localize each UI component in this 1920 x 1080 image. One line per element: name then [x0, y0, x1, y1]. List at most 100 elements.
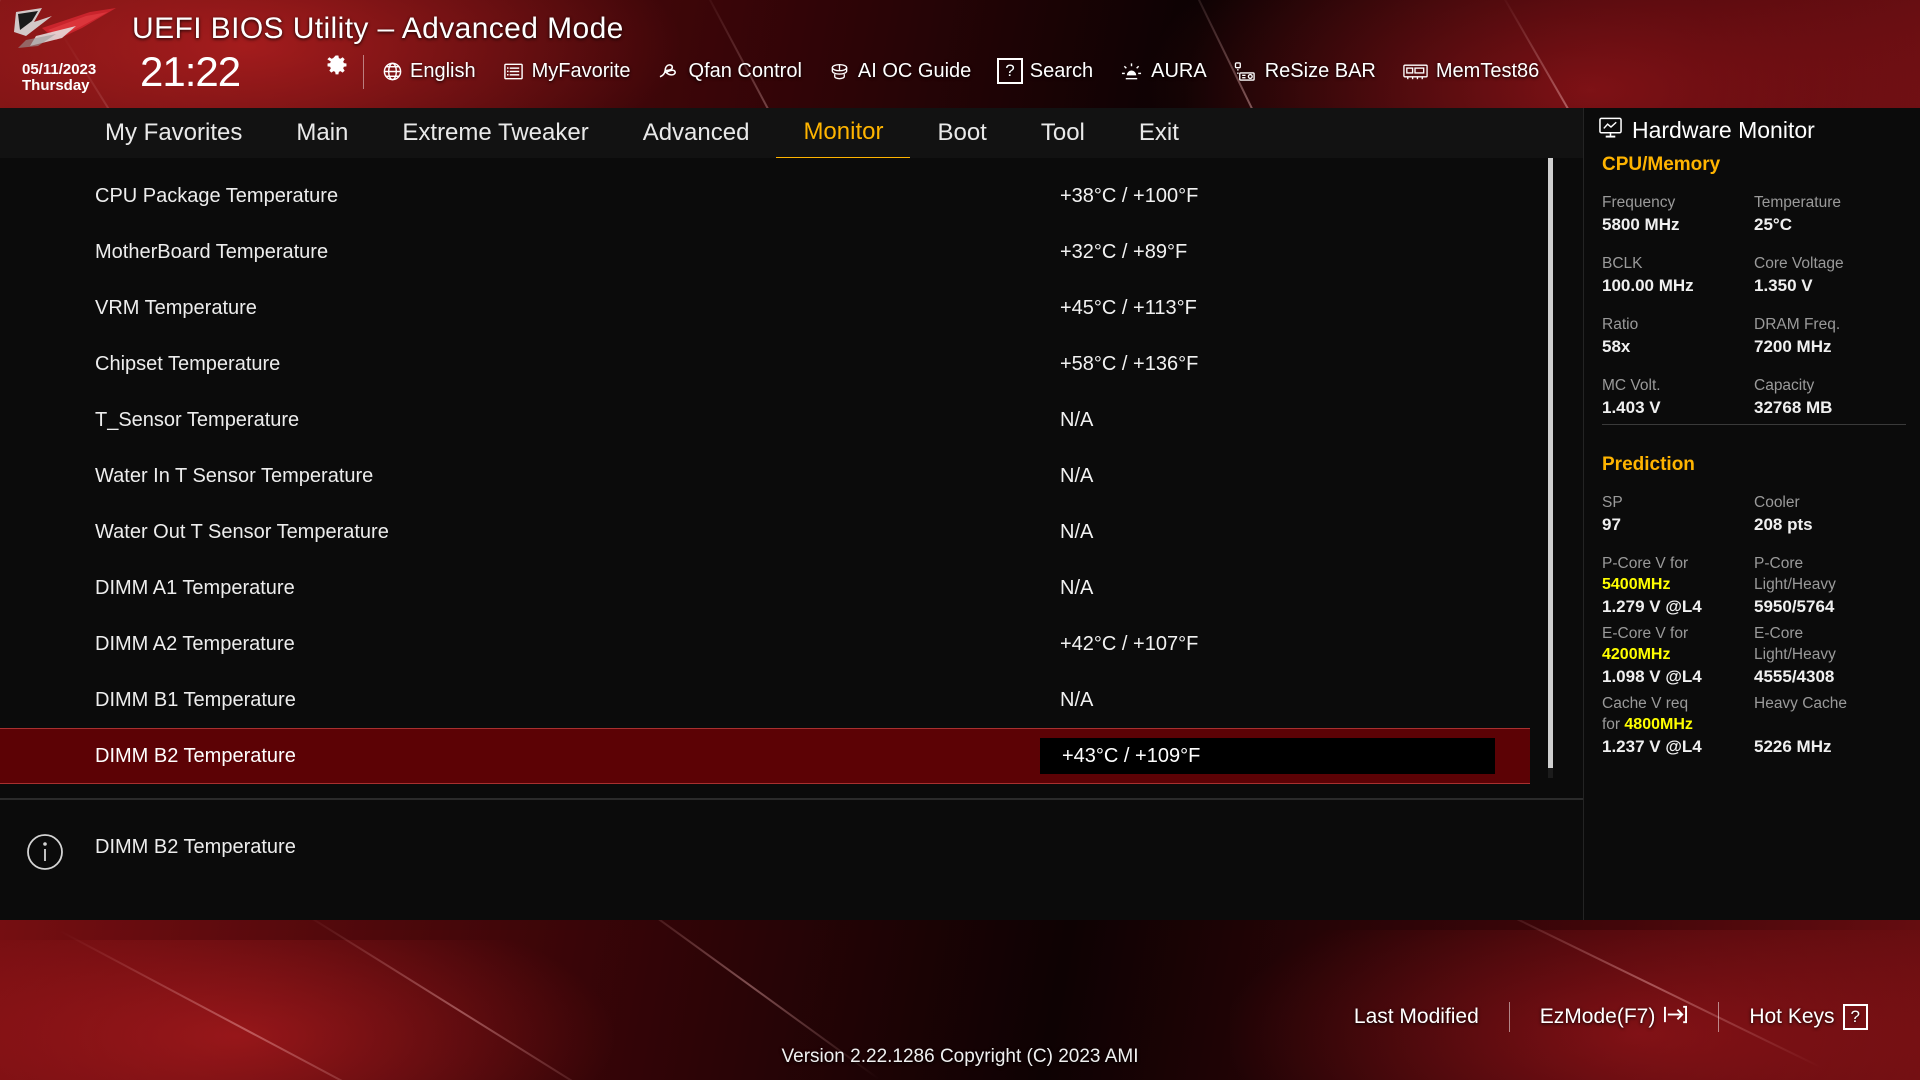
- table-row[interactable]: DIMM B1 Temperature N/A: [0, 672, 1530, 728]
- hw-value: 4555/4308: [1754, 667, 1835, 686]
- hw-key: E-Core: [1754, 625, 1804, 642]
- toolbar-item-qfan-control[interactable]: Qfan Control: [657, 60, 802, 83]
- hardware-monitor-title: Hardware Monitor: [1598, 116, 1815, 145]
- table-row[interactable]: DIMM A2 Temperature +42°C / +107°F: [0, 616, 1530, 672]
- hardware-monitor-panel: Hardware Monitor CPU/Memory Frequency 58…: [1583, 108, 1920, 920]
- prediction-grid: SP 97 Cooler 208 pts P-Core V for 5400MH…: [1602, 492, 1906, 759]
- cpu-memory-grid: Frequency 5800 MHz Temperature 25°C BCLK…: [1602, 192, 1906, 420]
- ai-oc-icon: [828, 61, 851, 82]
- row-label: DIMM A1 Temperature: [95, 576, 295, 599]
- hw-value: 32768 MB: [1754, 398, 1833, 417]
- hotkeys-button[interactable]: Hot Keys ?: [1719, 1004, 1898, 1030]
- hw-value: 5800 MHz: [1602, 215, 1680, 234]
- hw-key: Light/Heavy: [1754, 576, 1836, 593]
- row-value: N/A: [1060, 464, 1094, 487]
- memory-module-icon: [1402, 61, 1429, 81]
- info-icon: [25, 832, 65, 877]
- row-label: T_Sensor Temperature: [95, 408, 300, 431]
- hw-pair: Ratio 58x DRAM Freq. 7200 MHz: [1602, 314, 1906, 359]
- hw-pair: E-Core V for 4200MHz 1.098 V @L4 E-Core …: [1602, 623, 1906, 689]
- page-title: UEFI BIOS Utility – Advanced Mode: [132, 12, 624, 45]
- table-row[interactable]: Water Out T Sensor Temperature N/A: [0, 504, 1530, 560]
- toolbar-label: MemTest86: [1435, 59, 1540, 82]
- row-value: N/A: [1060, 688, 1094, 711]
- top-banner: UEFI BIOS Utility – Advanced Mode 05/11/…: [0, 0, 1920, 108]
- hw-pair: P-Core V for 5400MHz 1.279 V @L4 P-Core …: [1602, 553, 1906, 619]
- question-box-icon: ?: [997, 58, 1023, 84]
- table-row[interactable]: Water In T Sensor Temperature N/A: [0, 448, 1530, 504]
- hw-value: 1.237 V @L4: [1602, 737, 1702, 756]
- section-heading-prediction: Prediction: [1602, 454, 1695, 475]
- toolbar-item-memtest86[interactable]: MemTest86: [1402, 60, 1539, 83]
- toolbar-label: Search: [1029, 59, 1094, 82]
- hw-pair: BCLK 100.00 MHz Core Voltage 1.350 V: [1602, 253, 1906, 298]
- scrollbar-thumb[interactable]: [1548, 158, 1553, 768]
- gear-icon[interactable]: [325, 54, 349, 78]
- toolbar-item-english[interactable]: English: [382, 60, 476, 83]
- table-row[interactable]: MotherBoard Temperature +32°C / +89°F: [0, 224, 1530, 280]
- hw-key-highlight: 5400MHz: [1602, 576, 1671, 593]
- toolbar-item-myfavorite[interactable]: MyFavorite: [502, 60, 631, 83]
- help-text: DIMM B2 Temperature: [95, 836, 296, 858]
- toolbar-item-search[interactable]: ? Search: [997, 58, 1093, 84]
- rog-logo: [12, 6, 120, 60]
- row-label: VRM Temperature: [95, 296, 257, 319]
- last-modified-button[interactable]: Last Modified: [1324, 1005, 1509, 1029]
- hw-key: Capacity: [1754, 377, 1815, 394]
- help-bar: DIMM B2 Temperature: [0, 798, 1583, 920]
- hw-key-highlight: 4200MHz: [1602, 646, 1671, 663]
- toolbar-item-resize-bar[interactable]: ReSize BAR: [1233, 60, 1376, 83]
- toolbar-label: Qfan Control: [688, 59, 802, 82]
- bottom-bar: Last Modified EzMode(F7) Hot Keys ? Vers…: [0, 920, 1920, 1080]
- row-label: CPU Package Temperature: [95, 184, 339, 207]
- table-row[interactable]: T_Sensor Temperature N/A: [0, 392, 1530, 448]
- panel-divider: [1602, 424, 1906, 425]
- header-toolbar: English MyFavorite Qfan Control AI OC Gu…: [382, 54, 1539, 88]
- tab-advanced[interactable]: Advanced: [616, 108, 777, 158]
- tab-tool[interactable]: Tool: [1014, 108, 1112, 158]
- hw-key-highlight: 4800MHz: [1624, 716, 1693, 733]
- tab-my-favorites[interactable]: My Favorites: [78, 108, 269, 158]
- question-box-icon: ?: [1842, 1004, 1868, 1030]
- hw-value: 25°C: [1754, 215, 1792, 234]
- table-row[interactable]: CPU Package Temperature +38°C / +100°F: [0, 168, 1530, 224]
- resize-bar-icon: [1233, 61, 1258, 82]
- row-value-input[interactable]: +43°C / +109°F: [1040, 738, 1495, 774]
- row-label: Water Out T Sensor Temperature: [95, 520, 389, 543]
- table-row[interactable]: VRM Temperature +45°C / +113°F: [0, 280, 1530, 336]
- hw-value: 58x: [1602, 337, 1631, 356]
- row-value: N/A: [1060, 576, 1094, 599]
- hw-key: P-Core V for: [1602, 555, 1689, 572]
- hw-key: BCLK: [1602, 255, 1643, 272]
- hw-key: Heavy Cache: [1754, 695, 1848, 712]
- row-value: N/A: [1060, 408, 1094, 431]
- table-row[interactable]: Chipset Temperature +58°C / +136°F: [0, 336, 1530, 392]
- table-row-selected[interactable]: DIMM B2 Temperature +43°C / +109°F: [0, 728, 1530, 784]
- toolbar-item-aura[interactable]: AURA: [1119, 60, 1207, 83]
- row-label: Chipset Temperature: [95, 352, 281, 375]
- fan-icon: [657, 61, 682, 82]
- toolbar-item-ai-oc-guide[interactable]: AI OC Guide: [828, 60, 971, 83]
- ezmode-button[interactable]: EzMode(F7): [1510, 1003, 1719, 1032]
- toolbar-label: MyFavorite: [531, 59, 631, 82]
- tab-extreme-tweaker[interactable]: Extreme Tweaker: [375, 108, 615, 158]
- hw-key: DRAM Freq.: [1754, 316, 1841, 333]
- tab-boot[interactable]: Boot: [910, 108, 1013, 158]
- row-value: +32°C / +89°F: [1060, 240, 1188, 263]
- weekday-value: Thursday: [22, 77, 90, 95]
- hw-pair: SP 97 Cooler 208 pts: [1602, 492, 1906, 537]
- tab-main[interactable]: Main: [269, 108, 375, 158]
- globe-icon: [382, 61, 403, 82]
- hw-key: Frequency: [1602, 194, 1676, 211]
- row-value: +58°C / +136°F: [1060, 352, 1199, 375]
- monitor-row-list: CPU Package Temperature +38°C / +100°F M…: [0, 168, 1530, 784]
- date-display: 05/11/2023 Thursday: [22, 61, 96, 95]
- row-label: Water In T Sensor Temperature: [95, 464, 374, 487]
- hw-key: Core Voltage: [1754, 255, 1844, 272]
- tab-exit[interactable]: Exit: [1112, 108, 1206, 158]
- toolbar-label: English: [410, 59, 476, 82]
- tab-monitor[interactable]: Monitor: [776, 107, 911, 160]
- exit-arrow-icon: [1663, 1003, 1688, 1032]
- table-row[interactable]: DIMM A1 Temperature N/A: [0, 560, 1530, 616]
- hw-key: Cache V req: [1602, 695, 1689, 712]
